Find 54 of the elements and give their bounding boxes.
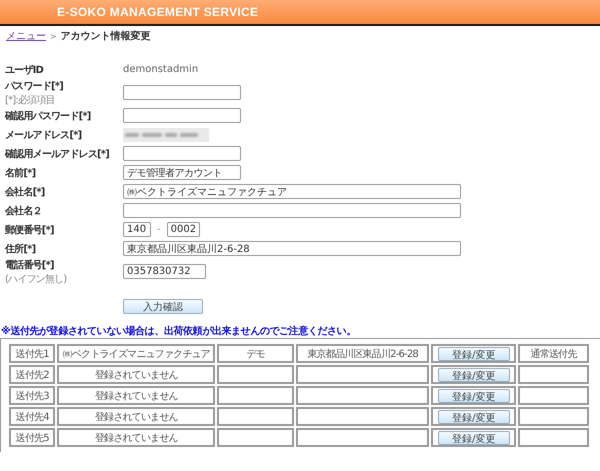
- field-hint: (ハイフン無し): [5, 272, 68, 286]
- register-button[interactable]: 登録/変更: [438, 410, 510, 424]
- table-cell: [518, 407, 589, 426]
- table-cell: 送付先3: [9, 386, 56, 405]
- masked-email-field[interactable]: [123, 128, 209, 142]
- table-cell: 登録されていません: [57, 407, 216, 426]
- register-button[interactable]: 登録/変更: [438, 368, 510, 382]
- table-cell: [518, 386, 589, 405]
- table-cell: 送付先2: [9, 365, 56, 384]
- input-field[interactable]: [123, 85, 241, 100]
- breadcrumb-link[interactable]: メニュー: [6, 29, 46, 43]
- table-cell: 登録されていません: [57, 428, 216, 447]
- table-cell: 送付先4: [9, 407, 56, 426]
- field-label: メールアドレス[*]: [5, 128, 82, 142]
- input-field[interactable]: 東京都品川区東品川2-6-28: [123, 241, 461, 256]
- table-cell: ㈱ベクトライズマニュファクチュア: [57, 344, 216, 363]
- input-field[interactable]: デモ管理者アカウント: [123, 165, 241, 180]
- field-label: 住所[*]: [5, 242, 36, 256]
- field-label: 郵便番号[*]: [5, 224, 55, 236]
- input-field[interactable]: [123, 203, 461, 218]
- table-cell: [518, 365, 589, 384]
- table-cell: 登録されていません: [57, 365, 216, 384]
- user-id-value: demonstadmin: [123, 64, 198, 75]
- postal-separator: -: [157, 224, 161, 235]
- table-cell: [518, 428, 589, 447]
- table-cell: 送付先1: [9, 344, 56, 363]
- register-button[interactable]: 登録/変更: [438, 346, 510, 360]
- field-label: 確認用パスワード[*]: [5, 110, 92, 122]
- register-button[interactable]: 登録/変更: [438, 430, 510, 444]
- register-button[interactable]: 登録/変更: [438, 388, 510, 402]
- input-field[interactable]: [123, 146, 241, 161]
- breadcrumb-separator: >: [50, 32, 57, 40]
- field-label: パスワード[*]: [5, 80, 64, 92]
- field-label: 電話番号[*]: [5, 258, 55, 272]
- field-label: 会社名[*]: [5, 186, 46, 198]
- notice-text: ※送付先が登録されていない場合は、出荷依頼が出来ませんのでご注意ください。: [0, 324, 357, 338]
- field-label: 会社名２: [5, 204, 43, 218]
- table-cell: 送付先5: [9, 428, 56, 447]
- breadcrumb-current: アカウント情報変更: [60, 29, 151, 43]
- field-label: ユーザID: [5, 64, 44, 76]
- input-field[interactable]: 0357830732: [123, 264, 206, 279]
- field-label: 確認用メールアドレス[*]: [5, 148, 110, 160]
- field-hint: [*]:必須項目: [5, 94, 56, 106]
- input-field[interactable]: [123, 108, 241, 123]
- field-label: 名前[*]: [5, 166, 36, 180]
- table-cell: 通常送付先: [518, 344, 589, 363]
- table-cell: デモ: [217, 344, 294, 363]
- app-title: E-SOKO MANAGEMENT SERVICE: [57, 5, 258, 19]
- input-field[interactable]: 140: [123, 222, 151, 237]
- input-field[interactable]: ㈱ベクトライズマニュファクチュア: [123, 184, 461, 199]
- table-cell: 東京都品川区東品川2-6-28: [296, 344, 430, 363]
- input-field[interactable]: 0002: [166, 222, 200, 237]
- confirm-button[interactable]: 入力確認: [123, 299, 203, 314]
- table-cell: 登録されていません: [57, 386, 216, 405]
